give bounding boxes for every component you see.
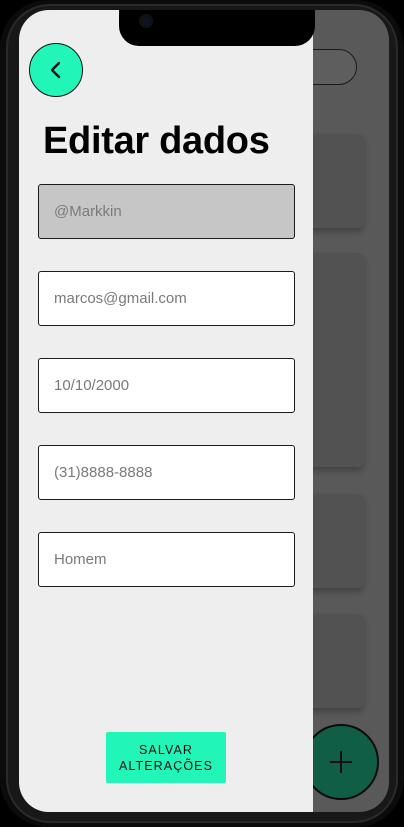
phone-frame: Editar dados @Markkin marcos@gmail.com 1… (0, 0, 404, 827)
back-button[interactable] (29, 43, 83, 97)
page-title: Editar dados (43, 120, 270, 162)
email-value: marcos@gmail.com (54, 290, 187, 307)
gender-field[interactable]: Homem (38, 532, 295, 587)
screen: Editar dados @Markkin marcos@gmail.com 1… (19, 10, 389, 812)
phone-value: (31)8888-8888 (54, 464, 153, 481)
save-changes-button[interactable]: SALVAR ALTERAÇÕES (106, 732, 226, 783)
add-fab-button[interactable] (303, 724, 379, 800)
plus-icon (329, 750, 353, 774)
birthdate-field[interactable]: 10/10/2000 (38, 358, 295, 413)
username-field: @Markkin (38, 184, 295, 239)
email-field[interactable]: marcos@gmail.com (38, 271, 295, 326)
phone-field[interactable]: (31)8888-8888 (38, 445, 295, 500)
username-value: @Markkin (54, 203, 122, 220)
birthdate-value: 10/10/2000 (54, 377, 130, 394)
camera-icon (139, 14, 153, 28)
save-label-line2: ALTERAÇÕES (118, 758, 214, 773)
edit-drawer: Editar dados @Markkin marcos@gmail.com 1… (19, 10, 313, 812)
phone-notch (119, 10, 315, 46)
chevron-left-icon (50, 61, 61, 79)
save-label-line1: SALVAR (138, 742, 194, 757)
gender-value: Homem (54, 551, 107, 568)
